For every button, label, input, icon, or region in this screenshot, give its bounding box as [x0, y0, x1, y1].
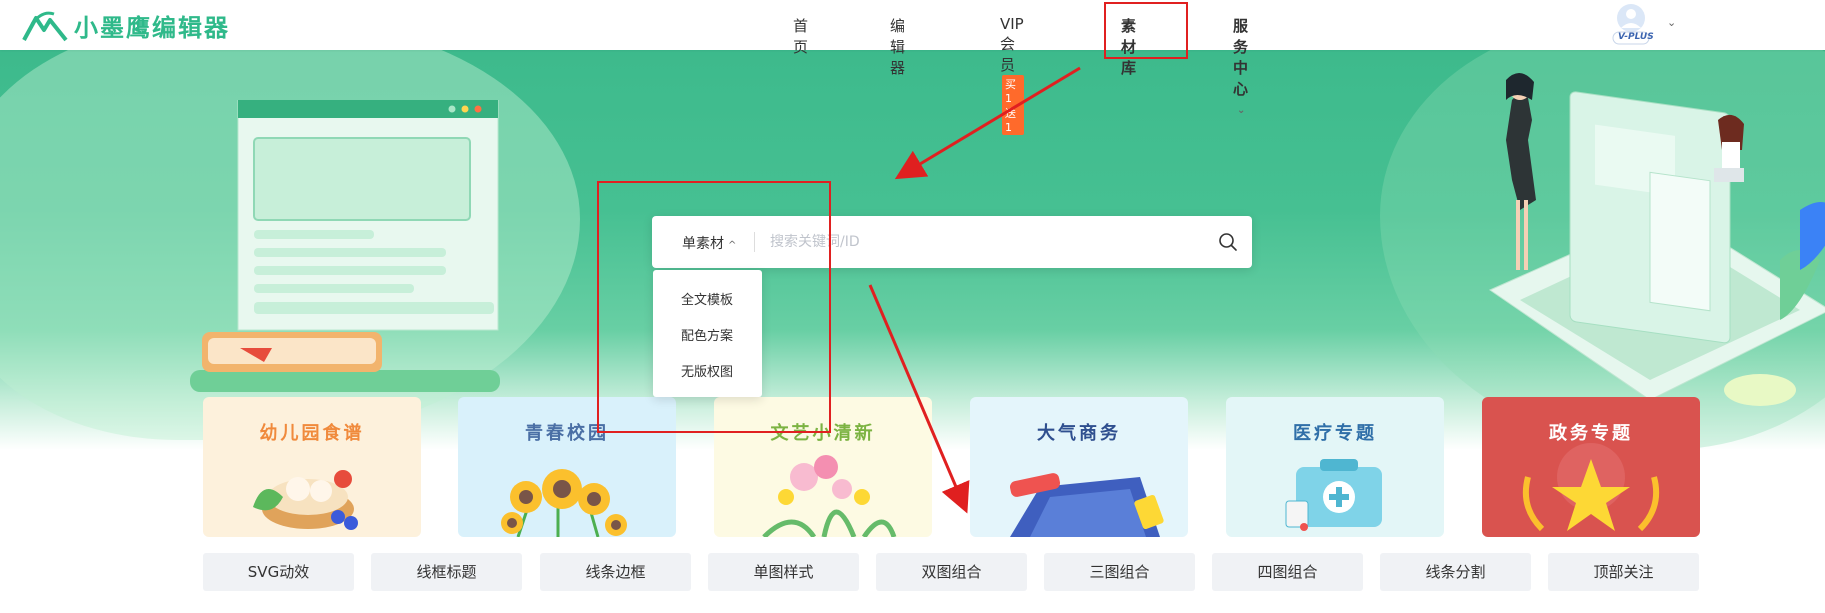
- chevron-up-icon: ^: [728, 240, 737, 251]
- search-bar: 单素材 ^: [652, 216, 1252, 268]
- logo-icon: [22, 11, 68, 41]
- search-type-select[interactable]: 单素材 ^: [682, 233, 736, 253]
- tag-line-border[interactable]: 线条边框: [540, 553, 691, 591]
- vplus-badge: V-PLUS: [1618, 32, 1654, 42]
- dropdown-item-copyright-free[interactable]: 无版权图: [681, 361, 733, 380]
- card-title: 政务专题: [1549, 423, 1633, 444]
- category-card-literary[interactable]: 文艺小清新: [714, 397, 932, 537]
- search-input[interactable]: [770, 226, 1190, 258]
- tag-line-divider[interactable]: 线条分割: [1380, 553, 1531, 591]
- card-title: 幼儿园食谱: [259, 423, 365, 444]
- search-divider: [754, 232, 755, 252]
- nav-editor[interactable]: 编辑器: [890, 15, 905, 78]
- nav-vip-label: VIP会员: [1000, 15, 1024, 74]
- dropdown-item-color-scheme[interactable]: 配色方案: [681, 325, 733, 344]
- nav-home[interactable]: 首页: [793, 15, 808, 57]
- star-emblem-illustration: [1522, 443, 1660, 532]
- logo[interactable]: 小墨鹰编辑器: [22, 8, 230, 43]
- user-avatar[interactable]: V-PLUS: [1607, 2, 1655, 46]
- vip-promo-badge: 买1送1: [1002, 75, 1024, 135]
- sunflower-illustration: [501, 469, 627, 537]
- food-illustration: [253, 470, 358, 530]
- avatar-chevron-icon[interactable]: ⌄: [1667, 16, 1676, 29]
- search-type-label: 单素材: [682, 236, 724, 252]
- search-type-dropdown: 全文模板 配色方案 无版权图: [653, 270, 762, 397]
- nav-materials[interactable]: 素材库: [1121, 15, 1136, 78]
- category-card-government[interactable]: 政务专题: [1482, 397, 1700, 537]
- dropdown-item-full-template[interactable]: 全文模板: [681, 289, 733, 308]
- office-illustration: [1488, 72, 1825, 406]
- category-card-medical[interactable]: 医疗专题: [1226, 397, 1444, 537]
- card-title: 医疗专题: [1293, 423, 1377, 444]
- category-card-business[interactable]: 大气商务: [970, 397, 1188, 537]
- top-header: 小墨鹰编辑器 首页 编辑器 VIP会员买1送1 素材库 服务中心 ⌄ V-PLUS…: [0, 0, 1825, 135]
- nav-service[interactable]: 服务中心 ⌄: [1233, 15, 1248, 117]
- business-illustration: [1009, 473, 1164, 537]
- category-card-campus[interactable]: 青春校园: [458, 397, 676, 537]
- nav-vip[interactable]: VIP会员买1送1: [1000, 15, 1024, 136]
- search-icon[interactable]: [1217, 231, 1239, 253]
- card-title: 文艺小清新: [770, 423, 876, 444]
- tag-top-follow[interactable]: 顶部关注: [1548, 553, 1699, 591]
- medical-illustration: [1285, 459, 1382, 531]
- tag-triple-image[interactable]: 三图组合: [1044, 553, 1195, 591]
- flower-illustration: [762, 455, 897, 537]
- card-title: 青春校园: [525, 423, 609, 444]
- tag-svg-animation[interactable]: SVG动效: [203, 553, 354, 591]
- tag-frame-title[interactable]: 线框标题: [371, 553, 522, 591]
- card-title: 大气商务: [1037, 423, 1121, 444]
- chevron-down-icon: ⌄: [1237, 105, 1246, 116]
- tag-single-image[interactable]: 单图样式: [708, 553, 859, 591]
- category-card-kindergarten[interactable]: 幼儿园食谱: [203, 397, 421, 537]
- nav-service-label: 服务中心: [1233, 17, 1249, 98]
- tag-double-image[interactable]: 双图组合: [876, 553, 1027, 591]
- tag-quad-image[interactable]: 四图组合: [1212, 553, 1363, 591]
- logo-text: 小墨鹰编辑器: [74, 14, 230, 42]
